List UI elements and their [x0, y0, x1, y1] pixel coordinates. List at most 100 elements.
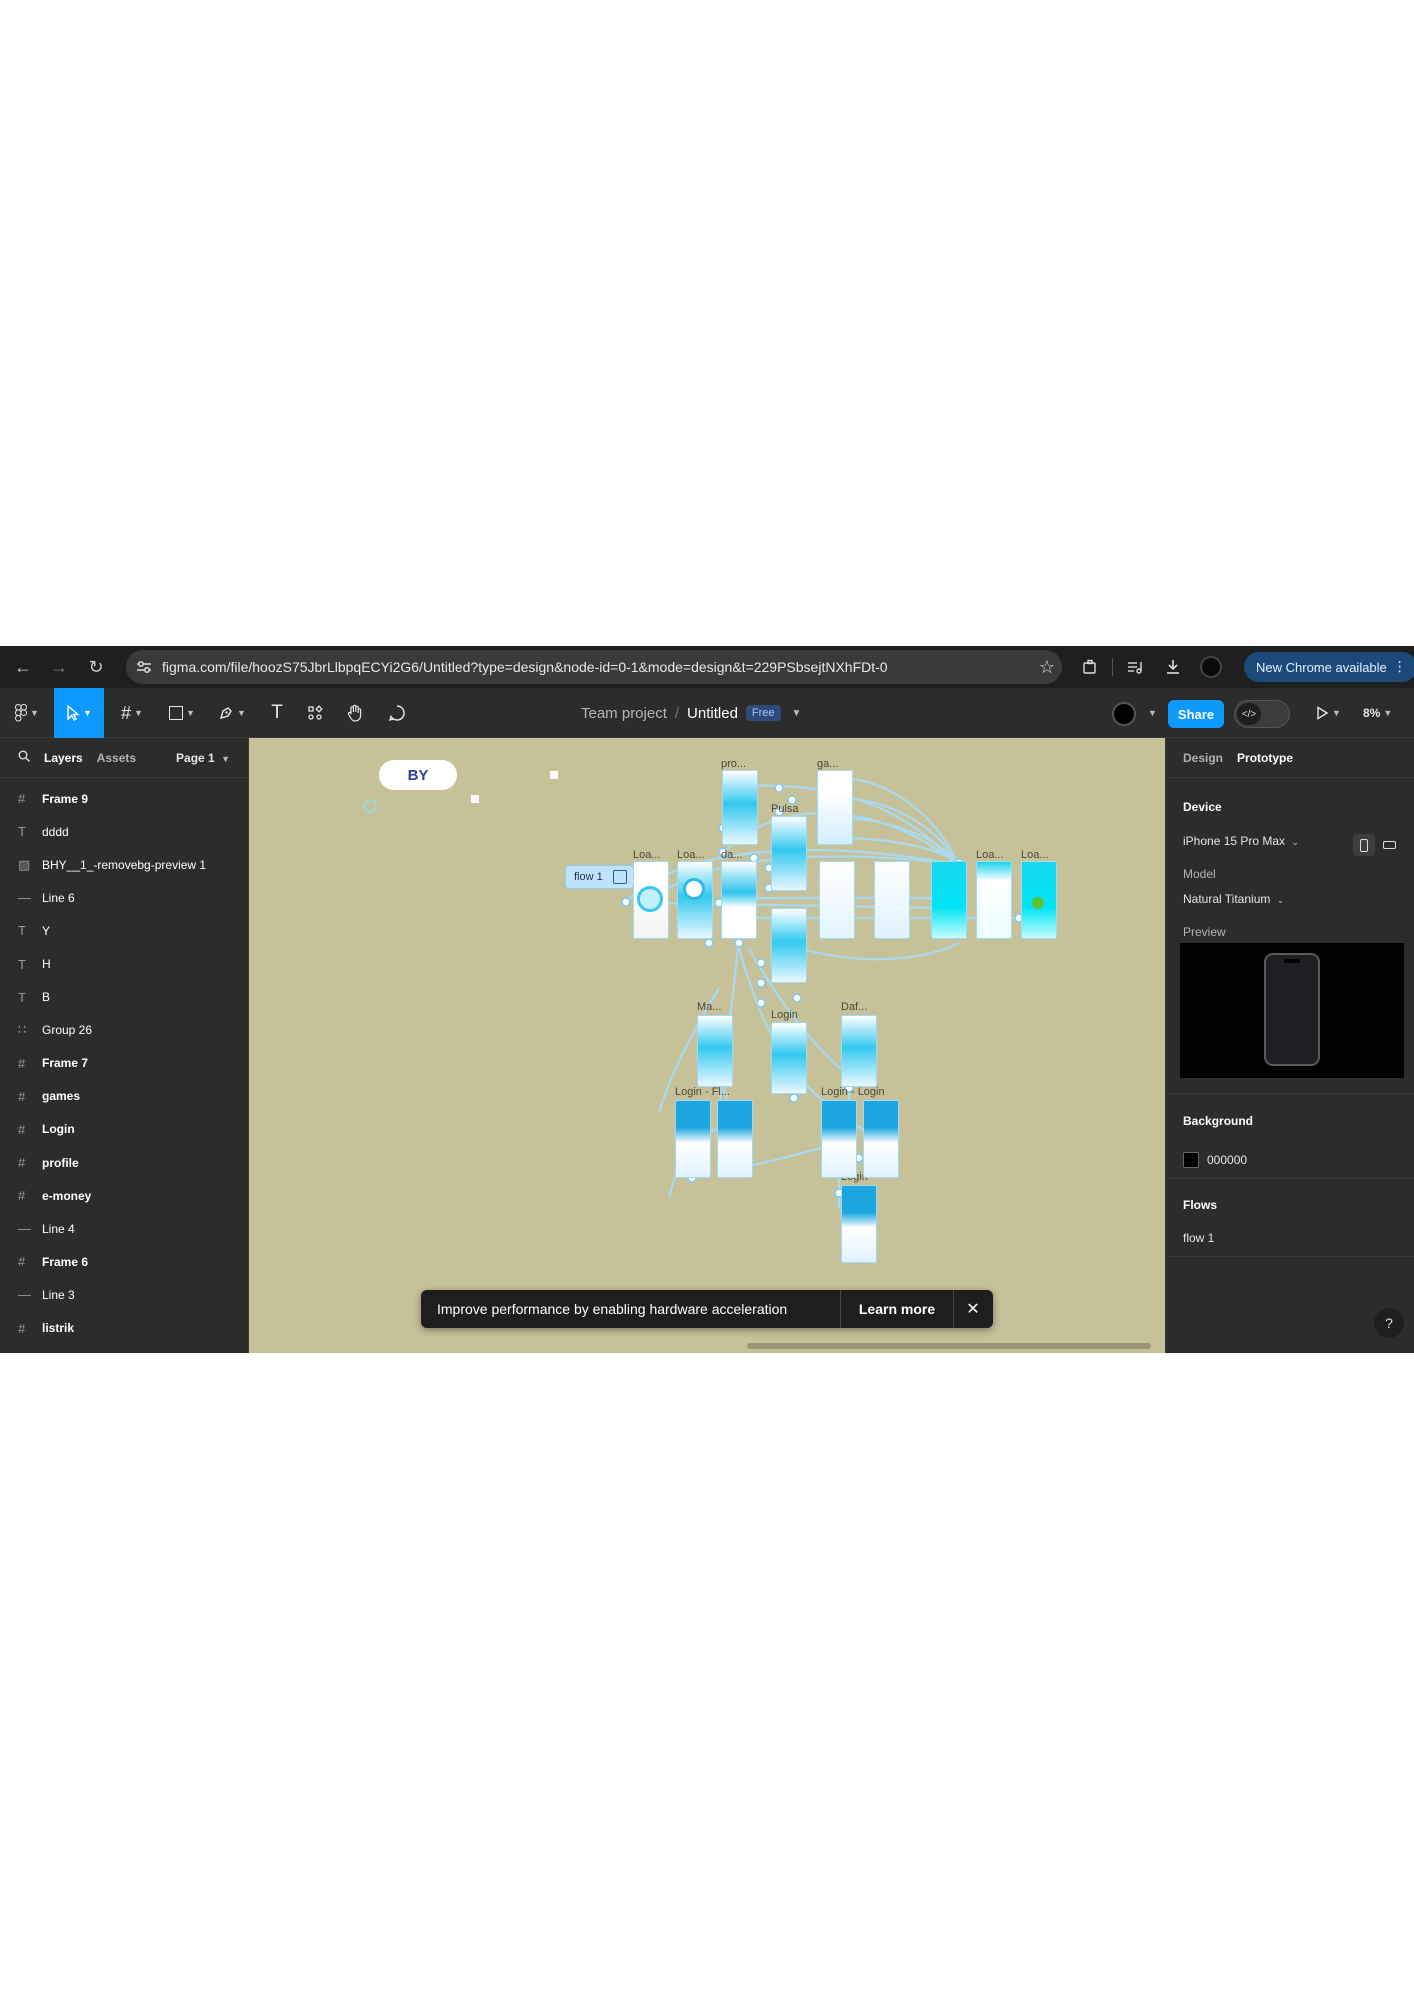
frame-pulsa[interactable]	[771, 816, 807, 891]
section-divider	[1166, 1178, 1414, 1179]
learn-more-button[interactable]: Learn more	[841, 1301, 953, 1317]
page-selector[interactable]: Page 1 ▼	[176, 751, 230, 765]
new-chrome-label: New Chrome available	[1256, 659, 1387, 675]
frame-label: Login	[771, 1009, 798, 1021]
more-vert-icon[interactable]: ⋮	[1393, 658, 1407, 675]
frame-menu-2[interactable]	[874, 861, 910, 939]
layer-item[interactable]: # Login	[0, 1113, 248, 1146]
horizontal-scrollbar[interactable]	[747, 1343, 1151, 1349]
shape-tool[interactable]: ▼	[162, 688, 202, 738]
file-name[interactable]: Untitled	[687, 705, 738, 722]
background-color-swatch[interactable]	[1183, 1152, 1199, 1168]
figma-menu-button[interactable]: ▼	[10, 688, 44, 738]
frame-hash-icon: #	[18, 1254, 26, 1270]
layer-item[interactable]: # profile	[0, 1146, 248, 1179]
frame-hash-icon: #	[18, 1088, 26, 1104]
frame-loading-3[interactable]	[931, 861, 967, 939]
toolbar-divider	[1112, 658, 1113, 676]
flow-start-chip[interactable]: flow 1	[565, 865, 634, 889]
frame-games[interactable]	[817, 770, 853, 845]
share-button[interactable]: Share	[1168, 700, 1224, 728]
frame-loading-4[interactable]	[976, 861, 1012, 939]
url-text[interactable]: figma.com/file/hoozS75JbrLlbpqECYi2G6/Un…	[162, 659, 1032, 675]
frame-main[interactable]	[697, 1015, 733, 1087]
frame-login-login-1[interactable]	[821, 1100, 857, 1178]
present-button[interactable]: ▼	[1308, 688, 1348, 738]
media-controls-icon[interactable]	[1119, 651, 1151, 683]
frame-label: Loa...	[976, 849, 1004, 861]
frame-login-final[interactable]	[841, 1185, 877, 1263]
layer-item[interactable]: TH	[0, 947, 248, 980]
layer-item[interactable]: — Line 6	[0, 881, 248, 914]
forward-icon[interactable]: →	[42, 650, 76, 684]
reload-icon[interactable]: ↻	[79, 650, 113, 684]
user-avatar[interactable]	[1112, 702, 1136, 726]
dev-mode-toggle[interactable]: </>	[1234, 700, 1290, 728]
frame-login[interactable]	[771, 1022, 807, 1094]
frame-dashboard[interactable]	[721, 861, 757, 939]
new-chrome-button[interactable]: New Chrome available ⋮	[1244, 652, 1414, 682]
frame-menu-1[interactable]	[819, 861, 855, 939]
tab-design[interactable]: Design	[1183, 751, 1223, 765]
layer-item[interactable]: TB	[0, 981, 248, 1014]
layer-item[interactable]: ∷ Group 26	[0, 1014, 248, 1047]
frame-daftar[interactable]	[841, 1015, 877, 1087]
profile-avatar[interactable]	[1195, 651, 1227, 683]
landscape-icon	[1382, 841, 1396, 849]
hand-tool[interactable]	[340, 688, 370, 738]
back-icon[interactable]: ←	[6, 650, 40, 684]
layer-item[interactable]: # Frame 6	[0, 1245, 248, 1278]
tab-assets[interactable]: Assets	[97, 751, 136, 765]
frame-login-fl-1[interactable]	[675, 1100, 711, 1178]
cloud-logo[interactable]: BY	[379, 760, 457, 790]
flow-item[interactable]: flow 1	[1183, 1231, 1214, 1245]
layer-item[interactable]: Tdddd	[0, 815, 248, 848]
frame-loading-2[interactable]	[677, 861, 713, 939]
small-square[interactable]	[550, 771, 558, 779]
frame-login-login-2[interactable]	[863, 1100, 899, 1178]
chevron-down-icon[interactable]: ▼	[792, 708, 802, 719]
pen-tool[interactable]: ▼	[212, 688, 252, 738]
close-icon[interactable]: ✕	[954, 1299, 992, 1319]
layer-item[interactable]: ▨ BHY__1_-removebg-preview 1	[0, 848, 248, 881]
design-canvas[interactable]: BY flow 1 pro... ga... Pulsa Loa... Loa.…	[249, 738, 1165, 1353]
layer-name: BHY__1_-removebg-preview 1	[42, 857, 207, 872]
text-tool[interactable]: T	[262, 688, 292, 738]
address-bar[interactable]: figma.com/file/hoozS75JbrLlbpqECYi2G6/Un…	[126, 650, 1062, 684]
chevron-down-icon[interactable]: ▼	[1148, 708, 1157, 718]
extensions-icon[interactable]	[1074, 651, 1106, 683]
frame-tool[interactable]: # ▼	[112, 688, 152, 738]
layer-item[interactable]: # Frame 9	[0, 782, 248, 815]
move-tool[interactable]: ▼	[54, 688, 104, 738]
download-icon[interactable]	[1157, 651, 1189, 683]
text-t-icon: T	[18, 989, 26, 1005]
resources-tool[interactable]	[300, 688, 330, 738]
small-icon[interactable]	[363, 799, 377, 813]
comment-tool[interactable]	[382, 688, 412, 738]
zoom-level[interactable]: 8% ▼	[1363, 688, 1392, 738]
landscape-orientation-button[interactable]	[1378, 834, 1400, 856]
device-select[interactable]: iPhone 15 Pro Max ⌄	[1183, 834, 1299, 848]
portrait-orientation-button[interactable]	[1353, 834, 1375, 856]
site-settings-icon[interactable]	[126, 660, 162, 674]
layer-item[interactable]: # listrik	[0, 1312, 248, 1345]
tab-prototype[interactable]: Prototype	[1237, 751, 1293, 765]
team-name[interactable]: Team project	[581, 705, 667, 722]
frame-profile[interactable]	[722, 770, 758, 845]
small-square[interactable]	[471, 795, 479, 803]
layer-item[interactable]: — Line 3	[0, 1278, 248, 1311]
bookmark-star-icon[interactable]: ☆	[1032, 657, 1062, 678]
tab-layers[interactable]: Layers	[44, 751, 83, 765]
search-icon[interactable]	[18, 750, 30, 765]
layer-item[interactable]: # Frame 7	[0, 1047, 248, 1080]
background-hex-input[interactable]: 000000	[1207, 1153, 1247, 1167]
layer-item[interactable]: — Line 4	[0, 1212, 248, 1245]
help-icon[interactable]: ?	[1374, 1308, 1404, 1338]
layer-item[interactable]: TY	[0, 914, 248, 947]
layer-item[interactable]: # e-money	[0, 1179, 248, 1212]
frame-e-money[interactable]	[771, 908, 807, 983]
layer-item[interactable]: # games	[0, 1080, 248, 1113]
model-select[interactable]: Natural Titanium ⌄	[1183, 892, 1284, 906]
frame-login-fl-2[interactable]	[717, 1100, 753, 1178]
chevron-down-icon: ⌄	[1276, 895, 1285, 905]
